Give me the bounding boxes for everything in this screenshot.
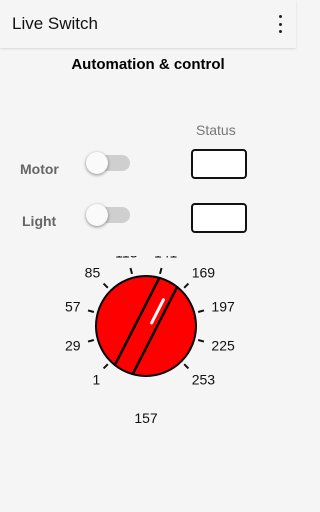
knob-tick-label: 253 <box>192 372 216 388</box>
knob-tick <box>102 363 109 370</box>
motor-status-box <box>191 149 247 179</box>
light-status-box <box>191 203 247 233</box>
app-bar: Live Switch <box>0 0 296 48</box>
app-title: Live Switch <box>12 14 98 33</box>
rotary-knob-control[interactable]: 1 29 57 85 113 141 169 197 225 253 157 <box>0 256 296 436</box>
knob-tick <box>183 363 190 370</box>
knob-tick <box>183 282 190 289</box>
knob-tick <box>102 282 109 289</box>
knob-tick-label: 169 <box>192 264 216 280</box>
status-header: Status <box>196 122 236 138</box>
knob-tick-label: 85 <box>85 264 101 280</box>
knob-tick-label: 197 <box>211 298 235 314</box>
knob-tick-label: 141 <box>154 256 178 261</box>
knob-current-value: 157 <box>134 410 158 426</box>
knob-tick-label: 113 <box>115 256 138 261</box>
motor-label: Motor <box>20 161 59 177</box>
knob-tick-label: 225 <box>211 338 235 354</box>
switch-thumb <box>86 204 108 226</box>
more-vert-icon[interactable] <box>274 15 286 33</box>
knob-tick <box>159 267 163 275</box>
light-label: Light <box>22 213 57 229</box>
motor-switch[interactable] <box>86 151 132 175</box>
light-switch[interactable] <box>86 203 132 227</box>
knob-tick-label: 57 <box>65 298 81 314</box>
knob-tick-label: 29 <box>65 338 81 354</box>
knob-tick-label: 1 <box>92 372 100 388</box>
knob-tick <box>87 339 95 343</box>
rotary-knob[interactable]: 1 29 57 85 113 141 169 197 225 253 157 <box>0 256 296 436</box>
page-heading: Automation & control <box>71 56 225 73</box>
switch-thumb <box>86 152 108 174</box>
knob-dial[interactable] <box>95 275 197 377</box>
knob-tick <box>87 309 95 313</box>
knob-tick <box>197 309 205 313</box>
knob-tick <box>129 267 133 275</box>
knob-tick <box>197 339 205 343</box>
